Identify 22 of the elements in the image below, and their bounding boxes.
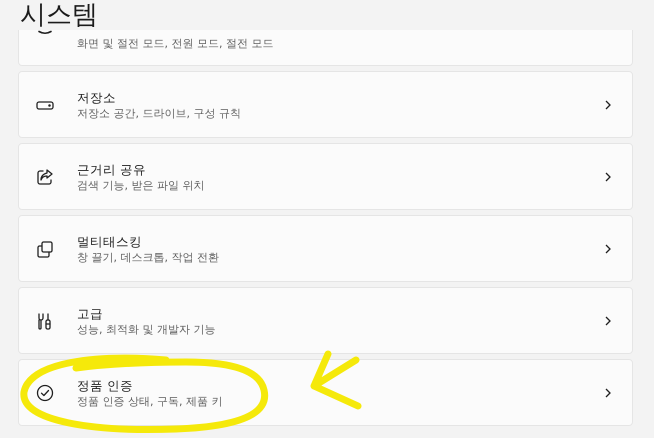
- settings-item[interactable]: 저장소 저장소 공간, 드라이브, 구성 규칙: [18, 71, 633, 138]
- item-title: 정품 인증: [77, 376, 134, 394]
- power-icon: [37, 30, 53, 36]
- settings-item[interactable]: 화면 및 절전 모드, 전원 모드, 절전 모드: [18, 30, 633, 66]
- item-title: 멀티태스킹: [77, 232, 143, 250]
- item-title: 고급: [77, 304, 104, 322]
- settings-item[interactable]: 멀티태스킹 창 끌기, 데스크톱, 작업 전환: [18, 215, 633, 282]
- item-subtitle: 성능, 최적화 및 개발자 기능: [77, 322, 216, 336]
- item-subtitle: 저장소 공간, 드라이브, 구성 규칙: [77, 106, 242, 120]
- item-subtitle: 창 끌기, 데스크톱, 작업 전환: [77, 250, 220, 264]
- share-icon: [35, 166, 55, 186]
- page-title: 시스템: [20, 0, 98, 30]
- item-subtitle: 화면 및 절전 모드, 전원 모드, 절전 모드: [77, 36, 274, 51]
- item-title: 저장소: [77, 88, 117, 106]
- settings-item[interactable]: 정품 인증 정품 인증 상태, 구독, 제품 키: [18, 359, 633, 426]
- item-subtitle: 정품 인증 상태, 구독, 제품 키: [77, 394, 224, 408]
- windows-icon: [35, 238, 55, 258]
- check-circle-icon: [35, 382, 55, 402]
- item-title: 근거리 공유: [77, 160, 147, 178]
- item-subtitle: 검색 기능, 받은 파일 위치: [77, 178, 206, 192]
- settings-item[interactable]: 근거리 공유 검색 기능, 받은 파일 위치: [18, 143, 633, 210]
- settings-item[interactable]: 고급 성능, 최적화 및 개발자 기능: [18, 287, 633, 354]
